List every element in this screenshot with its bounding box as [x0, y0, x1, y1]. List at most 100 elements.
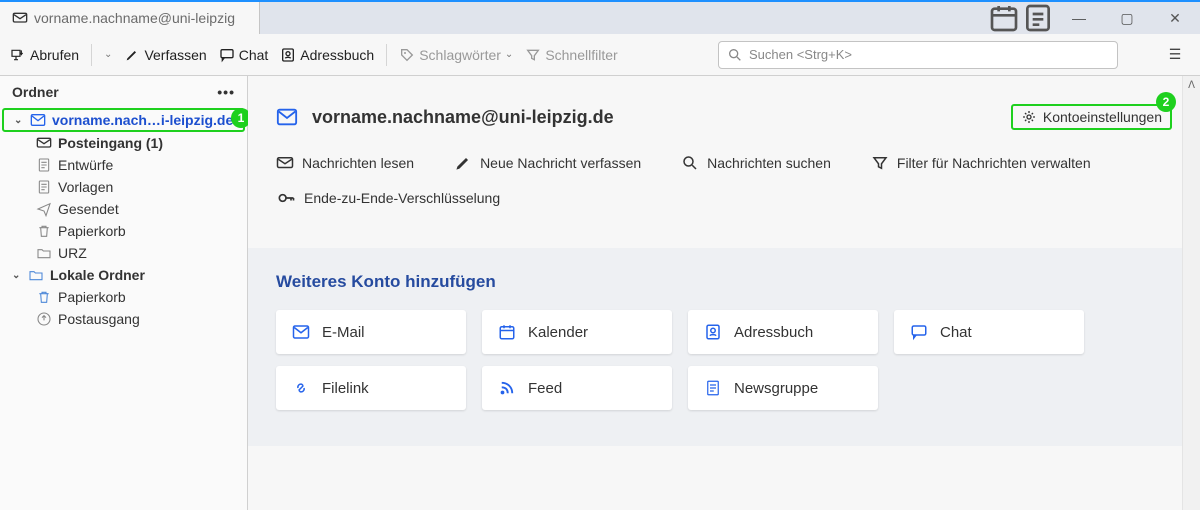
window-tab[interactable]: vorname.nachname@uni-leipzig: [0, 2, 260, 34]
addressbook-button[interactable]: Adressbuch: [280, 47, 374, 63]
compose-icon: [124, 47, 140, 63]
gear-icon: [1021, 109, 1037, 125]
action-label: Neue Nachricht verfassen: [480, 155, 641, 171]
mail-icon: [12, 10, 28, 26]
calendar-icon-button[interactable]: [988, 2, 1020, 34]
folder-trash[interactable]: Papierkorb: [0, 220, 247, 242]
fetch-button[interactable]: Abrufen: [10, 47, 79, 63]
action-label: Ende-zu-Ende-Verschlüsselung: [304, 190, 500, 206]
action-label: Nachrichten suchen: [707, 155, 831, 171]
search-input[interactable]: Suchen <Strg+K>: [718, 41, 1118, 69]
folder-label: Entwürfe: [58, 157, 113, 173]
key-icon: [276, 188, 296, 208]
account-hub: vorname.nachname@uni-leipzig.de Kontoein…: [248, 76, 1200, 510]
add-chat-card[interactable]: Chat: [894, 310, 1084, 354]
addressbook-icon: [704, 323, 722, 341]
tag-icon: [399, 47, 415, 63]
vertical-scrollbar[interactable]: ᐱ: [1182, 76, 1200, 510]
folder-label: URZ: [58, 245, 87, 261]
chat-icon: [910, 323, 928, 341]
action-search-messages[interactable]: Nachrichten suchen: [681, 154, 831, 172]
action-label: Filter für Nachrichten verwalten: [897, 155, 1091, 171]
separator: [386, 44, 387, 66]
chevron-down-icon: ⌄: [505, 49, 513, 60]
add-account-title: Weiteres Konto hinzufügen: [276, 272, 1172, 292]
add-feed-card[interactable]: Feed: [482, 366, 672, 410]
link-icon: [292, 379, 310, 397]
addressbook-label: Adressbuch: [300, 47, 374, 63]
folder-inbox[interactable]: Posteingang (1): [0, 132, 247, 154]
mail-icon: [276, 106, 298, 128]
folder-sidebar: Ordner ••• ⌄ vorname.nach…i-leipzig.de 1…: [0, 76, 248, 510]
local-folders-label: Lokale Ordner: [50, 267, 145, 283]
quickfilter-button[interactable]: Schnellfilter: [525, 47, 617, 63]
doc-icon: [704, 379, 722, 397]
compose-icon: [454, 154, 472, 172]
maximize-button[interactable]: ▢: [1104, 2, 1150, 34]
fetch-icon: [10, 47, 26, 63]
add-email-card[interactable]: E-Mail: [276, 310, 466, 354]
account-node[interactable]: ⌄ vorname.nach…i-leipzig.de 1: [2, 108, 245, 132]
folder-local-trash[interactable]: Papierkorb: [0, 286, 247, 308]
search-icon: [681, 154, 699, 172]
fetch-dropdown[interactable]: ⌄: [104, 49, 112, 60]
chevron-down-icon: ⌄: [14, 115, 24, 126]
rss-icon: [498, 379, 516, 397]
inbox-icon: [36, 135, 52, 151]
account-email-title: vorname.nachname@uni-leipzig.de: [312, 107, 614, 128]
search-placeholder: Suchen <Strg+K>: [749, 47, 852, 62]
chat-label: Chat: [239, 47, 269, 63]
folder-label: Papierkorb: [58, 223, 126, 239]
sidebar-options-button[interactable]: •••: [217, 84, 235, 100]
trash-icon: [36, 223, 52, 239]
folder-label: Gesendet: [58, 201, 119, 217]
close-button[interactable]: ✕: [1152, 2, 1198, 34]
folder-label: Papierkorb: [58, 289, 126, 305]
add-newsgroup-card[interactable]: Newsgruppe: [688, 366, 878, 410]
add-addressbook-card[interactable]: Adressbuch: [688, 310, 878, 354]
chevron-down-icon: ⌄: [12, 270, 22, 281]
card-label: Chat: [940, 324, 972, 341]
action-e2e-encryption[interactable]: Ende-zu-Ende-Verschlüsselung: [276, 188, 1172, 208]
compose-button[interactable]: Verfassen: [124, 47, 206, 63]
add-calendar-card[interactable]: Kalender: [482, 310, 672, 354]
account-settings-button[interactable]: Kontoeinstellungen 2: [1011, 104, 1172, 130]
folder-icon: [36, 245, 52, 261]
tags-button[interactable]: Schlagwörter ⌄: [399, 47, 513, 63]
search-icon: [727, 47, 743, 63]
folder-drafts[interactable]: Entwürfe: [0, 154, 247, 176]
sidebar-title: Ordner: [12, 84, 59, 100]
scroll-up-icon: ᐱ: [1188, 80, 1195, 510]
app-menu-button[interactable]: ☰: [1160, 40, 1190, 70]
compose-label: Verfassen: [144, 47, 206, 63]
settings-label: Kontoeinstellungen: [1043, 109, 1162, 125]
folder-outbox[interactable]: Postausgang: [0, 308, 247, 330]
fetch-label: Abrufen: [30, 47, 79, 63]
tasks-icon-button[interactable]: [1022, 2, 1054, 34]
folder-templates[interactable]: Vorlagen: [0, 176, 247, 198]
folder-urz[interactable]: URZ: [0, 242, 247, 264]
local-folders-node[interactable]: ⌄ Lokale Ordner: [0, 264, 247, 286]
folder-label: Postausgang: [58, 311, 140, 327]
sent-icon: [36, 201, 52, 217]
folder-sent[interactable]: Gesendet: [0, 198, 247, 220]
add-account-section: Weiteres Konto hinzufügen E-Mail Kalende…: [248, 248, 1200, 446]
chat-button[interactable]: Chat: [219, 47, 269, 63]
minimize-button[interactable]: —: [1056, 2, 1102, 34]
action-compose-message[interactable]: Neue Nachricht verfassen: [454, 154, 641, 172]
card-label: Kalender: [528, 324, 588, 341]
chat-icon: [219, 47, 235, 63]
add-filelink-card[interactable]: Filelink: [276, 366, 466, 410]
action-manage-filters[interactable]: Filter für Nachrichten verwalten: [871, 154, 1091, 172]
addressbook-icon: [280, 47, 296, 63]
action-label: Nachrichten lesen: [302, 155, 414, 171]
action-read-messages[interactable]: Nachrichten lesen: [276, 154, 414, 172]
folder-icon: [28, 267, 44, 283]
card-label: E-Mail: [322, 324, 365, 341]
quickfilter-label: Schnellfilter: [545, 47, 617, 63]
tab-title: vorname.nachname@uni-leipzig: [34, 10, 235, 26]
doc-icon: [36, 179, 52, 195]
inbox-icon: [276, 154, 294, 172]
folder-label: Vorlagen: [58, 179, 113, 195]
calendar-icon: [498, 323, 516, 341]
